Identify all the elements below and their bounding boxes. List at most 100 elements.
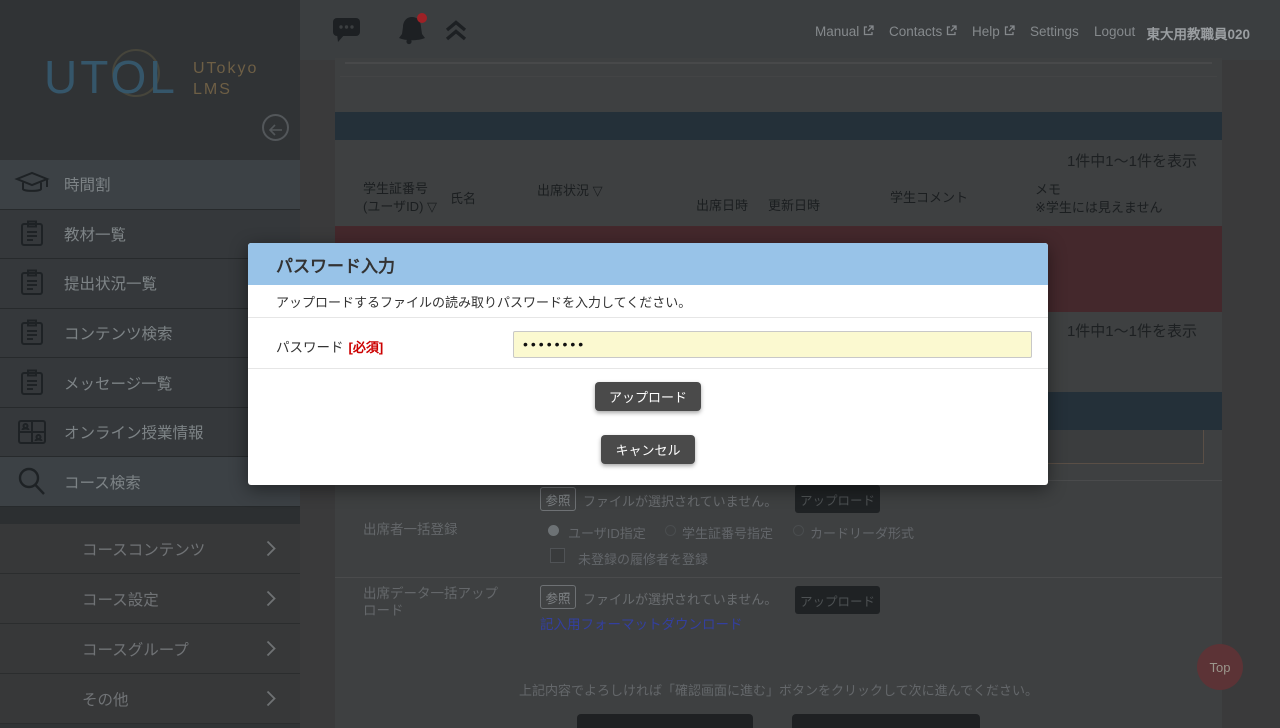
- modal-upload-button[interactable]: アップロード: [595, 382, 701, 411]
- sidebar-item-label: オンライン授業情報: [64, 421, 204, 443]
- double-chevron-up-icon[interactable]: [444, 20, 468, 42]
- result-count-bottom: 1件中1〜1件を表示: [1067, 320, 1197, 341]
- clipboard-icon: [0, 219, 64, 249]
- sidebar-divider: [0, 507, 300, 524]
- sidebar-item-label: コースグループ: [82, 638, 189, 660]
- divider: [335, 577, 1222, 578]
- chat-icon[interactable]: [333, 18, 360, 43]
- graduation-cap-icon: [0, 170, 64, 198]
- required-badge: [必須]: [349, 340, 384, 355]
- sidebar-item-timetable[interactable]: 時間割: [0, 160, 300, 210]
- external-link-icon: [1004, 25, 1015, 36]
- app-root: UTOL UTokyo LMS 時間割: [0, 0, 1280, 728]
- sidebar-secondary-nav: コースコンテンツ コース設定 コースグループ その他: [0, 524, 300, 724]
- modal-form-row: パスワード[必須] ••••••••: [248, 319, 1048, 369]
- modal-description: アップロードするファイルの読み取りパスワードを入力してください。: [276, 292, 691, 311]
- column-header-student-comment: 学生コメント: [890, 189, 968, 207]
- sidebar-item-course-group[interactable]: コースグループ: [0, 624, 300, 674]
- topbar-link-settings[interactable]: Settings: [1030, 24, 1079, 39]
- section-bar-top: [335, 112, 1222, 140]
- header-line: 学生証番号: [363, 180, 437, 198]
- format-download-link[interactable]: 記入用フォーマットダウンロード: [540, 613, 743, 633]
- logo-subtitle-line1: UTokyo: [193, 58, 258, 79]
- header-line: メモ: [1035, 181, 1163, 199]
- utol-logo: UTOL: [44, 50, 178, 104]
- confirm-instruction-text: 上記内容でよろしければ「確認画面に進む」ボタンをクリックして次に進んでください。: [335, 680, 1222, 699]
- header-line-sort: (ユーザID) ▽: [363, 198, 437, 216]
- header-line-note: ※学生には見えません: [1035, 199, 1163, 217]
- result-count-top: 1件中1〜1件を表示: [1067, 150, 1197, 171]
- modal-cancel-button[interactable]: キャンセル: [601, 435, 695, 464]
- radio-label-card-reader[interactable]: カードリーダ形式: [810, 523, 914, 542]
- sidebar-item-label: 提出状況一覧: [64, 272, 157, 294]
- link-label: Logout: [1094, 24, 1135, 39]
- sidebar-item-course-contents[interactable]: コースコンテンツ: [0, 524, 300, 574]
- arrow-left-icon: [264, 124, 287, 136]
- clipboard-icon: [0, 368, 64, 398]
- logo-subtitle: UTokyo LMS: [193, 58, 258, 100]
- proceed-confirm-button[interactable]: 確認画面に進む: [792, 714, 980, 728]
- link-label: Settings: [1030, 24, 1079, 39]
- no-file-selected-text: ファイルが選択されていません。: [583, 491, 777, 510]
- magnifier-icon: [0, 466, 64, 498]
- sidebar-item-label: コース設定: [82, 588, 159, 610]
- column-header-update-time: 更新日時: [768, 197, 820, 215]
- notification-bell-icon[interactable]: [396, 13, 430, 45]
- password-input[interactable]: ••••••••: [513, 331, 1032, 358]
- radio-card-reader[interactable]: [793, 525, 804, 536]
- external-link-icon: [863, 25, 874, 36]
- clipboard-icon: [0, 268, 64, 298]
- topbar-link-logout[interactable]: Logout: [1094, 24, 1135, 39]
- back-without-save-button[interactable]: 保存せずに前の画面に戻る: [577, 714, 753, 728]
- register-unenrolled-checkbox[interactable]: [550, 548, 565, 563]
- radio-user-id[interactable]: [548, 525, 559, 536]
- browse-file-button[interactable]: 参照: [540, 487, 576, 511]
- chevron-right-icon: [266, 640, 276, 657]
- modal-title: パスワード入力: [276, 252, 395, 277]
- chevron-right-icon: [266, 690, 276, 707]
- password-modal: パスワード入力 アップロードするファイルの読み取りパスワードを入力してください。…: [248, 243, 1048, 485]
- password-field-label: パスワード[必須]: [276, 336, 383, 356]
- radio-label-user-id[interactable]: ユーザID指定: [568, 523, 646, 542]
- register-unenrolled-label[interactable]: 未登録の履修者を登録: [578, 549, 708, 568]
- clipboard-icon: [0, 318, 64, 348]
- sidebar-item-label: メッセージ一覧: [64, 372, 172, 394]
- sidebar-item-label: コンテンツ検索: [64, 322, 173, 344]
- sidebar-item-others[interactable]: その他: [0, 674, 300, 724]
- bulk-upload-label: 出席データ一括アップロード: [363, 585, 503, 619]
- scroll-to-top-button[interactable]: Top: [1197, 644, 1243, 690]
- radio-label-student-number[interactable]: 学生証番号指定: [682, 523, 773, 542]
- sidebar-item-label: コース検索: [64, 471, 141, 493]
- sidebar-item-label: その他: [82, 688, 129, 710]
- topbar: Manual Contacts Help Settings Logout 東大用…: [300, 0, 1280, 60]
- no-file-selected-text: ファイルが選択されていません。: [583, 589, 777, 608]
- column-header-name[interactable]: 氏名: [450, 190, 476, 208]
- bulk-upload-button[interactable]: アップロード: [795, 586, 880, 614]
- chevron-right-icon: [266, 540, 276, 557]
- radio-student-number[interactable]: [665, 525, 676, 536]
- sidebar-item-label: 時間割: [64, 173, 111, 195]
- chevron-right-icon: [266, 590, 276, 607]
- topbar-username: 東大用教職員020: [1146, 23, 1250, 43]
- bulk-register-label: 出席者一括登録: [363, 518, 458, 538]
- topbar-link-manual[interactable]: Manual: [815, 24, 874, 39]
- video-meeting-icon: [0, 418, 64, 446]
- sidebar-item-label: 教材一覧: [64, 223, 126, 245]
- modal-header: パスワード入力: [248, 243, 1048, 285]
- modal-description-row: アップロードするファイルの読み取りパスワードを入力してください。: [248, 285, 1048, 318]
- browse-file-button[interactable]: 参照: [540, 585, 576, 609]
- sidebar-item-course-settings[interactable]: コース設定: [0, 574, 300, 624]
- divider: [340, 76, 1217, 77]
- column-header-student-id[interactable]: 学生証番号 (ユーザID) ▽: [363, 180, 437, 216]
- link-label: Help: [972, 24, 1000, 39]
- sidebar-item-label: コースコンテンツ: [82, 538, 205, 560]
- logo-area: UTOL UTokyo LMS: [0, 0, 300, 160]
- sidebar-collapse-button[interactable]: [262, 114, 289, 141]
- column-header-memo: メモ ※学生には見えません: [1035, 181, 1163, 217]
- link-label: Contacts: [889, 24, 942, 39]
- link-label: Manual: [815, 24, 859, 39]
- column-header-attendance-status[interactable]: 出席状況 ▽: [537, 182, 603, 200]
- topbar-link-contacts[interactable]: Contacts: [889, 24, 957, 39]
- topbar-link-help[interactable]: Help: [972, 24, 1015, 39]
- bulk-register-upload-button[interactable]: アップロード: [795, 485, 880, 513]
